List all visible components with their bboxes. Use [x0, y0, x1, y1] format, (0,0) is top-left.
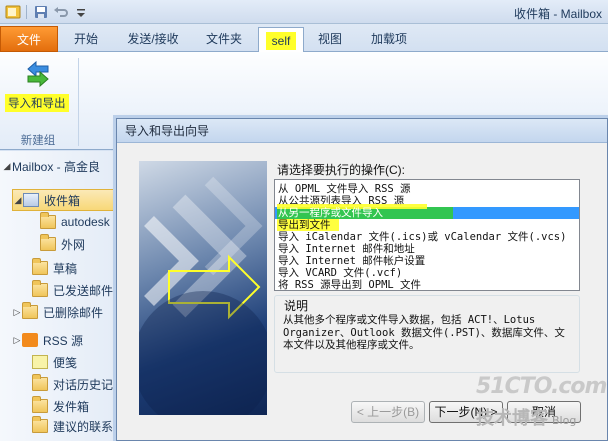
list-item[interactable]: 导入 Internet 邮件帐户设置	[278, 255, 425, 267]
title-bar: 收件箱 - Mailbox	[0, 0, 608, 24]
operation-listbox[interactable]: 从 OPML 文件导入 RSS 源 从公共源列表导入 RSS 源 从另一程序或文…	[274, 179, 580, 291]
tab-home[interactable]: 开始	[62, 27, 110, 52]
rss-icon	[22, 333, 38, 347]
list-item[interactable]: 导出到文件	[278, 219, 331, 231]
quick-access-toolbar	[4, 3, 89, 21]
list-item[interactable]: 导入 Internet 邮件和地址	[278, 243, 415, 255]
import-export-button[interactable]: 导入和导出	[2, 54, 72, 114]
operation-prompt: 请选择要执行的操作(C):	[277, 163, 405, 177]
nav-item-suggested-contacts[interactable]: 建议的联系人	[32, 415, 118, 437]
save-icon[interactable]	[32, 4, 49, 21]
nav-item-label: 外网	[61, 237, 86, 252]
import-export-label: 导入和导出	[5, 94, 69, 112]
tab-self[interactable]: self	[258, 27, 304, 53]
folder-icon	[40, 212, 56, 229]
folder-icon	[40, 234, 56, 251]
tab-add-ins[interactable]: 加载项	[358, 27, 420, 52]
list-item-selected-text: 从另一程序或文件导入	[278, 207, 383, 219]
contacts-icon	[32, 416, 48, 433]
navigation-pane: ◢ Mailbox - 高金良 ◢ 收件箱 autodesk 外网 草稿 已发送…	[0, 151, 118, 441]
list-item[interactable]: 将 RSS 源导出到 OPML 文件	[278, 279, 421, 290]
import-export-wizard-dialog: 导入和导出向导 请选择要执行的操作(C): 从 OPML 文件导入 RSS 源 …	[116, 118, 608, 441]
tab-view[interactable]: 视图	[310, 27, 350, 52]
collapse-triangle-icon[interactable]: ◢	[13, 195, 23, 206]
folder-icon	[32, 374, 48, 391]
list-item[interactable]: 导入 VCARD 文件(.vcf)	[278, 267, 402, 279]
inbox-icon	[23, 193, 39, 207]
import-export-arrows-icon	[27, 60, 49, 88]
tab-send-receive[interactable]: 发送/接收	[115, 27, 191, 52]
nav-item-drafts[interactable]: 草稿	[32, 257, 118, 279]
nav-item-label: 草稿	[53, 261, 78, 276]
tab-self-label: self	[265, 32, 297, 50]
nav-item-outbox[interactable]: 发件箱	[32, 395, 118, 417]
nav-item-autodesk[interactable]: autodesk	[40, 211, 118, 233]
nav-item-label: 已发送邮件	[53, 283, 114, 298]
nav-item-inbox[interactable]: ◢ 收件箱	[12, 189, 116, 211]
nav-item-sent[interactable]: 已发送邮件	[32, 279, 118, 301]
nav-item-deleted[interactable]: ▷ 已删除邮件	[12, 301, 118, 323]
notes-icon	[32, 355, 48, 369]
nav-item-conversation-history[interactable]: 对话历史记录	[32, 373, 118, 395]
nav-item-label: autodesk	[61, 215, 110, 229]
wizard-banner-image	[139, 161, 267, 415]
nav-item-label: 发件箱	[53, 399, 90, 414]
nav-item-label: RSS 源	[43, 333, 84, 348]
customize-qat-icon[interactable]	[72, 4, 89, 21]
collapse-triangle-icon[interactable]: ◢	[2, 161, 12, 172]
undo-icon[interactable]	[52, 4, 69, 21]
ribbon-group-separator	[78, 58, 79, 146]
dialog-title: 导入和导出向导	[117, 119, 607, 143]
tab-folder[interactable]: 文件夹	[196, 27, 252, 52]
nav-item-rss[interactable]: ▷ RSS 源	[12, 329, 118, 351]
expand-triangle-icon[interactable]: ▷	[12, 307, 22, 318]
list-item[interactable]: 导入 iCalendar 文件(.ics)或 vCalendar 文件(.vcs…	[278, 231, 566, 243]
description-text: 从其他多个程序或文件导入数据，包括 ACT!、Lotus Organizer、O…	[283, 314, 565, 351]
window-title: 收件箱 - Mailbox	[513, 7, 602, 21]
back-button[interactable]: < 上一步(B)	[351, 401, 425, 423]
nav-item-label: 收件箱	[44, 193, 81, 208]
list-item[interactable]: 从 OPML 文件导入 RSS 源	[278, 183, 411, 195]
ribbon-tab-bar: 文件 开始 发送/接收 文件夹 self 视图 加载项	[0, 24, 608, 53]
nav-mailbox-root[interactable]: ◢ Mailbox - 高金良	[2, 155, 118, 177]
expand-triangle-icon[interactable]: ▷	[12, 335, 22, 346]
nav-item-label: 建议的联系人	[53, 419, 118, 434]
nav-item-label: 已删除邮件	[43, 305, 104, 320]
next-button[interactable]: 下一步(N) >	[429, 401, 503, 423]
description-label: 说明	[282, 297, 311, 314]
qat-separator	[26, 5, 27, 19]
nav-item-label: 便笺	[53, 355, 78, 370]
outbox-icon	[32, 396, 48, 413]
deleted-icon	[22, 302, 38, 319]
cancel-button[interactable]: 取消	[507, 401, 581, 423]
ribbon-group-label: 新建组	[20, 135, 56, 147]
nav-item-label: 对话历史记录	[53, 377, 118, 392]
drafts-icon	[32, 258, 48, 275]
tab-file[interactable]: 文件	[0, 26, 58, 52]
nav-item-external[interactable]: 外网	[40, 233, 118, 255]
outlook-app-icon[interactable]	[4, 4, 21, 21]
wizard-arrows-art	[139, 176, 267, 415]
nav-item-notes[interactable]: 便笺	[32, 351, 118, 373]
sent-icon	[32, 280, 48, 297]
nav-item-label: Mailbox - 高金良	[12, 159, 101, 174]
